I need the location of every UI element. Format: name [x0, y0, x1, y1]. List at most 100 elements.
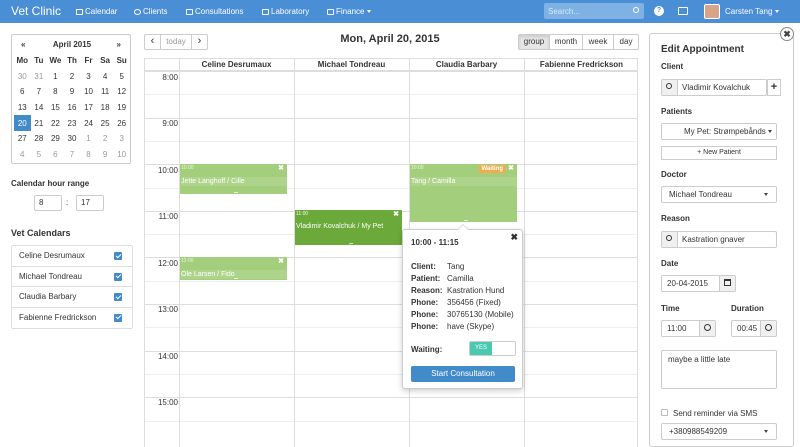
next-day-button[interactable]: › — [191, 34, 208, 50]
mini-calendar-day[interactable]: 2 — [64, 69, 81, 85]
mini-calendar-day[interactable]: 3 — [113, 131, 130, 147]
waiting-toggle[interactable]: YES — [469, 341, 516, 356]
sms-reminder-checkbox[interactable] — [661, 409, 668, 416]
duration-input[interactable]: 00:45 — [731, 320, 777, 337]
mini-calendar-day[interactable]: 7 — [31, 84, 48, 100]
appointment-event[interactable]: 10:00 ✖ Jette Langhoff / Cille — [180, 164, 287, 194]
phone-select[interactable]: +380988549209 — [661, 423, 777, 440]
mini-calendar-day[interactable]: 28 — [31, 131, 48, 147]
help-icon[interactable]: ? — [654, 6, 664, 16]
new-patient-button[interactable]: + New Patient — [661, 146, 777, 160]
mini-calendar-day[interactable]: 22 — [47, 115, 64, 131]
checkbox-checked[interactable] — [114, 252, 122, 260]
mini-calendar-day[interactable]: 23 — [64, 115, 81, 131]
client-input[interactable]: Vladimir Kovalchuk — [661, 79, 767, 96]
mini-calendar-day[interactable]: 10 — [80, 84, 97, 100]
mini-calendar-day[interactable]: 16 — [64, 100, 81, 116]
mini-calendar-day[interactable]: 4 — [97, 69, 114, 85]
mini-calendar-day[interactable]: 5 — [113, 69, 130, 85]
vet-calendar-item[interactable]: Michael Tondreau — [12, 267, 132, 287]
brand-logo[interactable]: Vet Clinic — [11, 4, 61, 18]
search-icon[interactable] — [633, 7, 639, 13]
view-day-button[interactable]: day — [613, 34, 639, 50]
date-picker-button[interactable] — [719, 276, 735, 291]
view-month-button[interactable]: month — [549, 34, 583, 50]
reason-input[interactable]: Kastration gnaver — [661, 231, 777, 248]
close-icon[interactable]: ✖ — [278, 257, 284, 265]
resize-handle[interactable] — [348, 243, 353, 244]
mini-calendar-day[interactable]: 2 — [97, 131, 114, 147]
mini-calendar-day[interactable]: 19 — [113, 100, 130, 116]
time-picker-button[interactable] — [699, 321, 715, 336]
mini-calendar-day[interactable]: 7 — [64, 147, 81, 163]
date-input[interactable]: 20-04-2015 — [661, 275, 736, 292]
mini-calendar-day[interactable]: 1 — [47, 69, 64, 85]
notes-textarea[interactable]: maybe a little late — [661, 350, 777, 389]
mini-calendar-day[interactable]: 11 — [97, 84, 114, 100]
resize-handle[interactable] — [233, 192, 238, 193]
next-month-button[interactable]: » — [117, 40, 121, 49]
hour-range-from[interactable]: 8 — [34, 195, 62, 211]
mini-calendar-day[interactable]: 29 — [47, 131, 64, 147]
checkbox-checked[interactable] — [114, 313, 122, 322]
nav-finance[interactable]: Finance — [327, 0, 372, 23]
mini-calendar-day[interactable]: 20 — [14, 115, 31, 131]
patient-select[interactable]: My Pet: Strømpebånds — [661, 123, 777, 140]
mini-calendar-day[interactable]: 3 — [80, 69, 97, 85]
avatar[interactable] — [704, 4, 720, 19]
checkbox-checked[interactable] — [114, 272, 122, 281]
start-consultation-button[interactable]: Start Consultation — [411, 366, 515, 382]
mini-calendar-day[interactable]: 30 — [64, 131, 81, 147]
mini-calendar-day[interactable]: 18 — [97, 100, 114, 116]
mini-calendar-day[interactable]: 31 — [31, 69, 48, 85]
nav-clients[interactable]: Clients — [134, 0, 167, 23]
close-icon[interactable]: ✖ — [278, 164, 284, 172]
mini-calendar-day[interactable]: 9 — [97, 147, 114, 163]
vet-calendar-item[interactable]: Celine Desrumaux — [12, 246, 132, 267]
duration-picker-button[interactable] — [760, 321, 776, 336]
resize-handle[interactable] — [463, 220, 468, 221]
mail-icon[interactable] — [678, 7, 688, 15]
hour-range-to[interactable]: 17 — [76, 195, 104, 211]
mini-calendar-day[interactable]: 15 — [47, 100, 64, 116]
vet-calendar-item[interactable]: Claudia Barbary — [12, 287, 132, 308]
nav-calendar[interactable]: Calendar — [76, 0, 117, 23]
mini-calendar-day[interactable]: 9 — [64, 84, 81, 100]
view-week-button[interactable]: week — [582, 34, 614, 50]
user-menu[interactable]: Carsten Tang — [725, 0, 780, 23]
doctor-select[interactable]: Michael Tondreau — [661, 186, 777, 203]
mini-calendar-day[interactable]: 10 — [113, 147, 130, 163]
close-panel-button[interactable]: ✖ — [780, 27, 794, 41]
mini-calendar-day[interactable]: 13 — [14, 100, 31, 116]
close-icon[interactable]: ✖ — [508, 164, 514, 172]
mini-calendar-day[interactable]: 14 — [31, 100, 48, 116]
mini-calendar-day[interactable]: 21 — [31, 115, 48, 131]
add-client-button[interactable]: + — [767, 79, 781, 96]
mini-calendar-day[interactable]: 30 — [14, 69, 31, 85]
mini-calendar-day[interactable]: 26 — [113, 115, 130, 131]
mini-calendar-day[interactable]: 24 — [80, 115, 97, 131]
mini-calendar-day[interactable]: 8 — [47, 84, 64, 100]
nav-consultations[interactable]: Consultations — [186, 0, 243, 23]
view-group-button[interactable]: group — [518, 34, 550, 50]
mini-calendar-day[interactable]: 27 — [14, 131, 31, 147]
close-icon[interactable]: ✖ — [510, 232, 518, 243]
mini-calendar-day[interactable]: 5 — [31, 147, 48, 163]
prev-day-button[interactable]: ‹ — [144, 34, 161, 50]
appointment-event[interactable]: 10:00 Waiting ✖ Tang / Camilla — [410, 164, 517, 222]
resize-handle[interactable] — [233, 278, 238, 279]
mini-calendar-day[interactable]: 8 — [80, 147, 97, 163]
search-input[interactable] — [544, 3, 624, 19]
appointment-event[interactable]: 12:00 ✖ Ole Larsen / Fido — [180, 257, 287, 280]
mini-calendar-day[interactable]: 6 — [47, 147, 64, 163]
appointment-event[interactable]: 11:00 ✖ Vladimir Kovalchuk / My Pet — [295, 210, 402, 245]
checkbox-checked[interactable] — [114, 293, 122, 301]
today-button[interactable]: today — [160, 34, 192, 50]
mini-calendar-day[interactable]: 1 — [80, 131, 97, 147]
mini-calendar-day[interactable]: 6 — [14, 84, 31, 100]
mini-calendar-day[interactable]: 4 — [14, 147, 31, 163]
mini-calendar-day[interactable]: 12 — [113, 84, 130, 100]
vet-calendar-item[interactable]: Fabienne Fredrickson — [12, 308, 132, 329]
nav-laboratory[interactable]: Laboratory — [262, 0, 309, 23]
close-icon[interactable]: ✖ — [393, 210, 399, 218]
